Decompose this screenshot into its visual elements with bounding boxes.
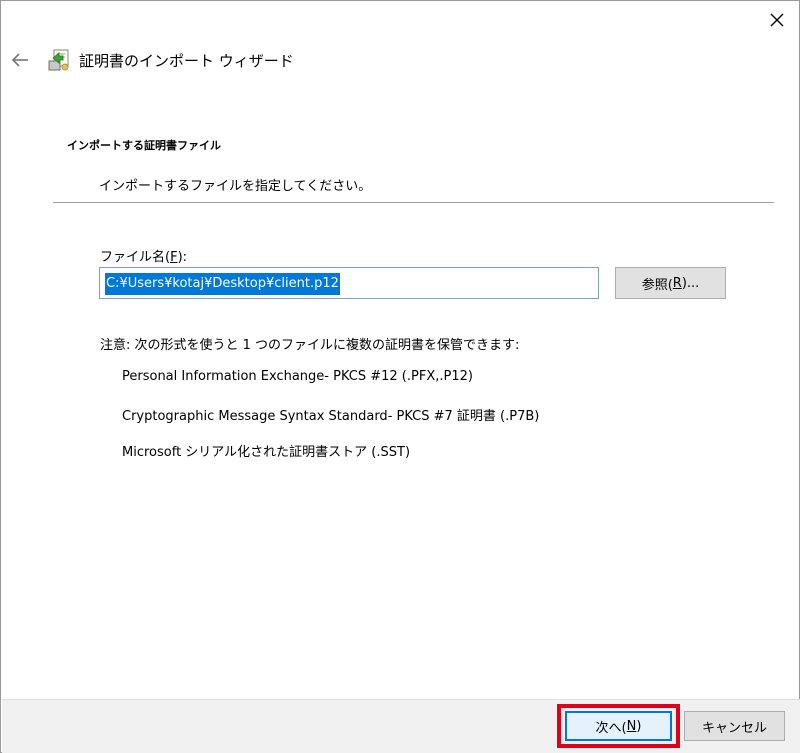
- browse-button[interactable]: 参照(R)...: [615, 267, 726, 299]
- header-divider: [53, 202, 774, 203]
- cancel-button[interactable]: キャンセル: [684, 711, 785, 741]
- format-item-pkcs7: Cryptographic Message Syntax Standard- P…: [122, 409, 540, 424]
- format-item-pkcs12: Personal Information Exchange- PKCS #12 …: [122, 369, 473, 384]
- certificate-import-wizard-window: 証明書のインポート ウィザード インポートする証明書ファイル インポートするファ…: [0, 0, 800, 753]
- section-heading: インポートする証明書ファイル: [67, 139, 221, 152]
- wizard-title: 証明書のインポート ウィザード: [79, 52, 294, 70]
- section-description: インポートするファイルを指定してください。: [99, 179, 372, 194]
- filename-label: ファイル名(F):: [100, 250, 188, 265]
- close-button[interactable]: [757, 5, 797, 35]
- wizard-footer: [2, 699, 800, 753]
- format-note: 注意: 次の形式を使うと 1 つのファイルに複数の証明書を保管できます:: [100, 338, 520, 353]
- back-button[interactable]: [7, 47, 33, 73]
- filename-value: C:¥Users¥kotaj¥Desktop¥client.p12: [105, 273, 340, 295]
- close-icon: [770, 13, 784, 27]
- filename-input[interactable]: C:¥Users¥kotaj¥Desktop¥client.p12: [99, 267, 599, 299]
- back-arrow-icon: [11, 53, 28, 67]
- next-button[interactable]: 次へ(N): [565, 711, 672, 741]
- format-item-sst: Microsoft シリアル化された証明書ストア (.SST): [122, 445, 411, 460]
- certificate-wizard-icon: [47, 47, 71, 73]
